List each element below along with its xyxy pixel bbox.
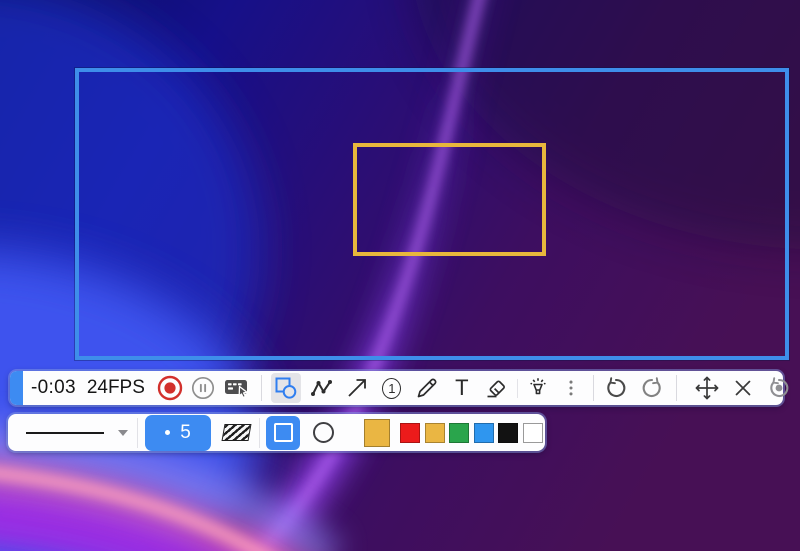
draw-board-icon [223,376,251,400]
shapes-icon [273,375,299,401]
numbered-step-icon: 1 [382,378,401,399]
close-button[interactable] [729,374,757,402]
chevron-down-icon [118,430,128,436]
style-toolbar: 5 [8,414,545,451]
fps-label: 24FPS [87,377,145,399]
undo-button[interactable] [602,374,630,402]
recorder-toolbar: -0:03 24FPS [10,371,783,405]
pause-icon [190,375,216,401]
pencil-tool-button[interactable] [413,374,441,402]
numbered-step-tool-button[interactable]: 1 [378,374,406,402]
record-icon [156,374,184,402]
draw-board-button[interactable] [223,374,251,402]
toolbar-separator [261,375,262,401]
arrow-icon [344,375,370,401]
color-swatch-blue[interactable] [474,423,494,443]
pencil-icon [414,375,440,401]
text-icon: T [455,377,468,399]
close-icon [731,376,755,400]
restart-recording-button[interactable] [765,374,793,402]
hatch-fill-icon [221,424,251,441]
toolbar-separator [137,418,138,448]
toolbar-separator [593,375,594,401]
toolbar-separator [517,379,518,398]
polyline-icon [309,375,335,401]
color-swatch-black[interactable] [498,423,518,443]
more-options-icon [560,375,582,401]
arrow-tool-button[interactable] [343,374,371,402]
stroke-size-dot-icon [165,430,170,435]
color-palette [364,419,543,447]
restart-icon [766,375,792,401]
color-swatch-red[interactable] [400,423,420,443]
stroke-size-value: 5 [180,422,191,444]
ellipse-shape-icon [313,422,334,443]
color-swatch-green[interactable] [449,423,469,443]
undo-icon [603,375,629,401]
more-options-button[interactable] [557,374,585,402]
line-style-dropdown[interactable] [16,419,132,447]
current-color-swatch[interactable] [364,419,390,447]
redo-icon [639,375,665,401]
rectangle-shape-icon [274,423,293,442]
move-toolbar-button[interactable] [693,374,721,402]
hatch-fill-button[interactable] [219,418,253,448]
move-icon [694,375,720,401]
color-swatch-yellow[interactable] [425,423,445,443]
line-style-sample [26,432,104,434]
redo-button[interactable] [638,374,666,402]
drawn-rectangle-annotation [353,143,546,256]
stroke-size-button[interactable]: 5 [145,415,211,451]
recording-timer: -0:03 [31,377,76,399]
spotlight-tool-button[interactable] [524,374,552,402]
text-tool-button[interactable]: T [448,374,476,402]
toolbar-separator [676,375,677,401]
toolbar-separator [259,418,260,448]
eraser-icon [484,375,510,401]
color-swatch-white[interactable] [523,423,543,443]
eraser-tool-button[interactable] [483,374,511,402]
pause-button[interactable] [189,374,217,402]
toolbar-drag-handle[interactable] [10,371,23,405]
desktop: -0:03 24FPS [0,0,800,551]
record-button[interactable] [156,374,184,402]
shapes-tool-button[interactable] [271,373,301,403]
spotlight-icon [525,375,551,401]
polyline-tool-button[interactable] [308,374,336,402]
ellipse-shape-button[interactable] [306,416,340,450]
rectangle-shape-button[interactable] [266,416,300,450]
